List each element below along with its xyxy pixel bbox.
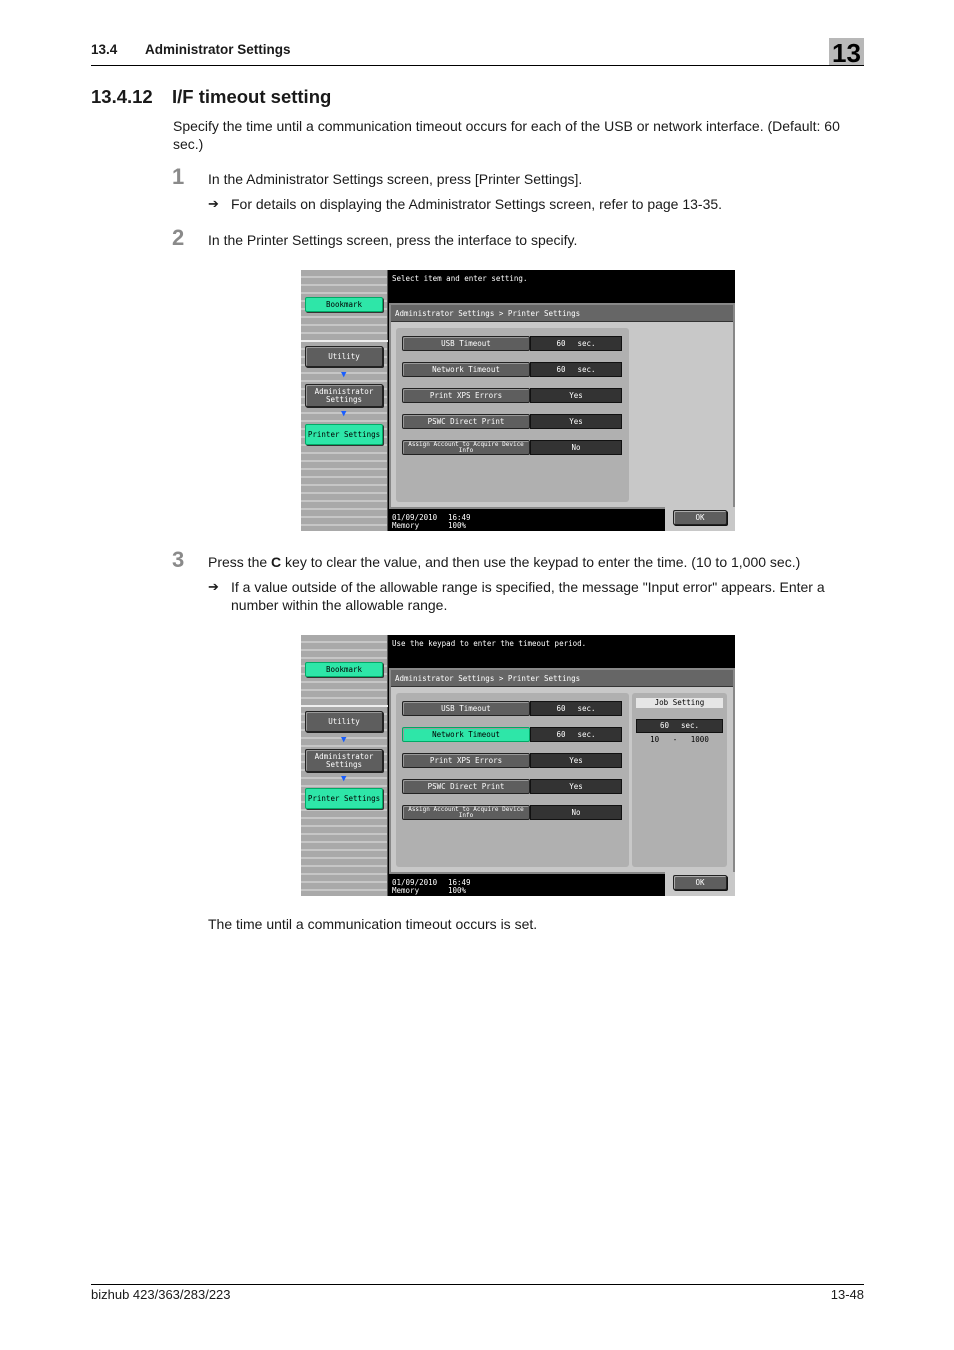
title-text: I/F timeout setting: [172, 86, 332, 107]
chapter-number-badge: 13: [829, 38, 864, 68]
footer-divider: [91, 1284, 864, 1285]
c-key-label: C: [271, 554, 282, 570]
arrow-down-icon: ▼: [341, 774, 347, 784]
header-divider: [91, 65, 864, 66]
range-min: 10: [650, 735, 660, 744]
timeout-entry-screen: Bookmark Utility ▼ Administrator Setting…: [301, 635, 735, 896]
intro-paragraph: Specify the time until a communication t…: [173, 118, 840, 152]
value-unit: sec.: [577, 339, 596, 348]
settings-panel: Administrator Settings > Printer Setting…: [389, 668, 735, 874]
step-text: Press the C key to clear the value, and …: [208, 553, 800, 571]
value-number: 60: [556, 365, 566, 374]
pswc-direct-print-value: Yes: [530, 779, 622, 794]
value-unit: sec.: [577, 365, 596, 374]
ok-area: OK: [665, 872, 735, 896]
print-xps-errors-button[interactable]: Print XPS Errors: [402, 388, 530, 403]
arrow-right-icon: ➔: [208, 579, 219, 594]
step-text: In the Printer Settings screen, press th…: [208, 232, 578, 248]
value-number: 60: [659, 721, 669, 730]
arrow-down-icon: ▼: [341, 735, 347, 745]
utility-button[interactable]: Utility: [305, 346, 383, 367]
job-setting-title: Job Setting: [636, 698, 723, 708]
job-setting-value-field[interactable]: 60 sec.: [636, 719, 723, 733]
arrow-right-icon: ➔: [208, 196, 219, 211]
arrow-down-icon: ▼: [341, 409, 347, 419]
pswc-direct-print-button[interactable]: PSWC Direct Print: [402, 779, 530, 794]
arrow-down-icon: ▼: [341, 370, 347, 380]
utility-button[interactable]: Utility: [305, 711, 383, 732]
settings-panel: Administrator Settings > Printer Setting…: [389, 303, 735, 509]
step-text-part: key to clear the value, and then use the…: [281, 554, 801, 570]
assign-account-value: No: [530, 805, 622, 820]
running-header: 13.4 Administrator Settings: [91, 42, 291, 57]
network-timeout-value: 60 sec.: [530, 362, 622, 377]
footer-model: bizhub 423/363/283/223: [91, 1287, 231, 1302]
administrator-settings-button[interactable]: Administrator Settings: [305, 749, 383, 772]
ok-button[interactable]: OK: [673, 510, 727, 525]
sidebar-divider: [301, 705, 388, 707]
assign-account-button[interactable]: Assign Account to Acquire Device Info: [402, 440, 530, 455]
value-unit: sec.: [577, 730, 596, 739]
range-separator: -: [672, 735, 678, 744]
usb-timeout-value: 60 sec.: [530, 336, 622, 351]
printer-settings-button[interactable]: Printer Settings: [305, 424, 383, 445]
ok-button[interactable]: OK: [673, 875, 727, 890]
range-max: 1000: [690, 735, 709, 744]
ok-area: OK: [665, 507, 735, 531]
print-xps-errors-value: Yes: [530, 388, 622, 403]
section-title: Administrator Settings: [145, 42, 291, 57]
step-number: 3: [172, 547, 185, 572]
memory-label: Memory: [392, 521, 420, 530]
settings-list: USB Timeout 60 sec. Network Timeout 60 sec…: [396, 328, 629, 502]
breadcrumb: Administrator Settings > Printer Setting…: [391, 670, 733, 687]
printer-settings-screen: Bookmark Utility ▼ Administrator Setting…: [301, 270, 735, 531]
usb-timeout-value: 60 sec.: [530, 701, 622, 716]
value-unit: sec.: [680, 721, 700, 730]
usb-timeout-button[interactable]: USB Timeout: [402, 336, 530, 351]
sidebar-divider: [301, 340, 388, 342]
value-number: 60: [556, 730, 566, 739]
result-text: The time until a communication timeout o…: [208, 916, 538, 932]
page-number: 13-48: [830, 1287, 864, 1302]
step-note: If a value outside of the allowable rang…: [231, 579, 825, 613]
step-number: 2: [172, 225, 185, 250]
status-bar: 01/09/2010 16:49 Memory 100%: [392, 514, 471, 530]
print-xps-errors-value: Yes: [530, 753, 622, 768]
breadcrumb: Administrator Settings > Printer Setting…: [391, 305, 733, 322]
job-setting-panel: Job Setting 60 sec. 10 - 1000: [632, 693, 727, 867]
value-number: 60: [556, 339, 566, 348]
memory-value: 100%: [448, 886, 467, 895]
section-number: 13.4: [91, 42, 118, 57]
network-timeout-button[interactable]: Network Timeout: [402, 362, 530, 377]
pswc-direct-print-value: Yes: [530, 414, 622, 429]
print-xps-errors-button[interactable]: Print XPS Errors: [402, 753, 530, 768]
instruction-message: Select item and enter setting.: [392, 274, 528, 283]
title-number: 13.4.12: [91, 86, 153, 107]
assign-account-value: No: [530, 440, 622, 455]
bookmark-button[interactable]: Bookmark: [305, 662, 383, 677]
status-bar: 01/09/2010 16:49 Memory 100%: [392, 879, 471, 895]
instruction-message: Use the keypad to enter the timeout peri…: [392, 639, 587, 648]
page-title: 13.4.12 I/F timeout setting: [91, 86, 331, 108]
step-text-part: Press the: [208, 554, 272, 570]
value-unit: sec.: [577, 704, 596, 713]
step-number: 1: [172, 164, 185, 189]
memory-label: Memory: [392, 886, 420, 895]
step-text: In the Administrator Settings screen, pr…: [208, 171, 583, 187]
usb-timeout-button[interactable]: USB Timeout: [402, 701, 530, 716]
pswc-direct-print-button[interactable]: PSWC Direct Print: [402, 414, 530, 429]
memory-value: 100%: [448, 521, 467, 530]
assign-account-button[interactable]: Assign Account to Acquire Device Info: [402, 805, 530, 820]
network-timeout-button[interactable]: Network Timeout: [402, 727, 530, 742]
value-number: 60: [556, 704, 566, 713]
step-note: For details on displaying the Administra…: [231, 196, 723, 212]
settings-list: USB Timeout 60 sec. Network Timeout 60 sec…: [396, 693, 629, 867]
bookmark-button[interactable]: Bookmark: [305, 297, 383, 312]
printer-settings-button[interactable]: Printer Settings: [305, 788, 383, 809]
allowed-range: 10 - 1000: [636, 735, 723, 744]
network-timeout-value: 60 sec.: [530, 727, 622, 742]
administrator-settings-button[interactable]: Administrator Settings: [305, 384, 383, 407]
